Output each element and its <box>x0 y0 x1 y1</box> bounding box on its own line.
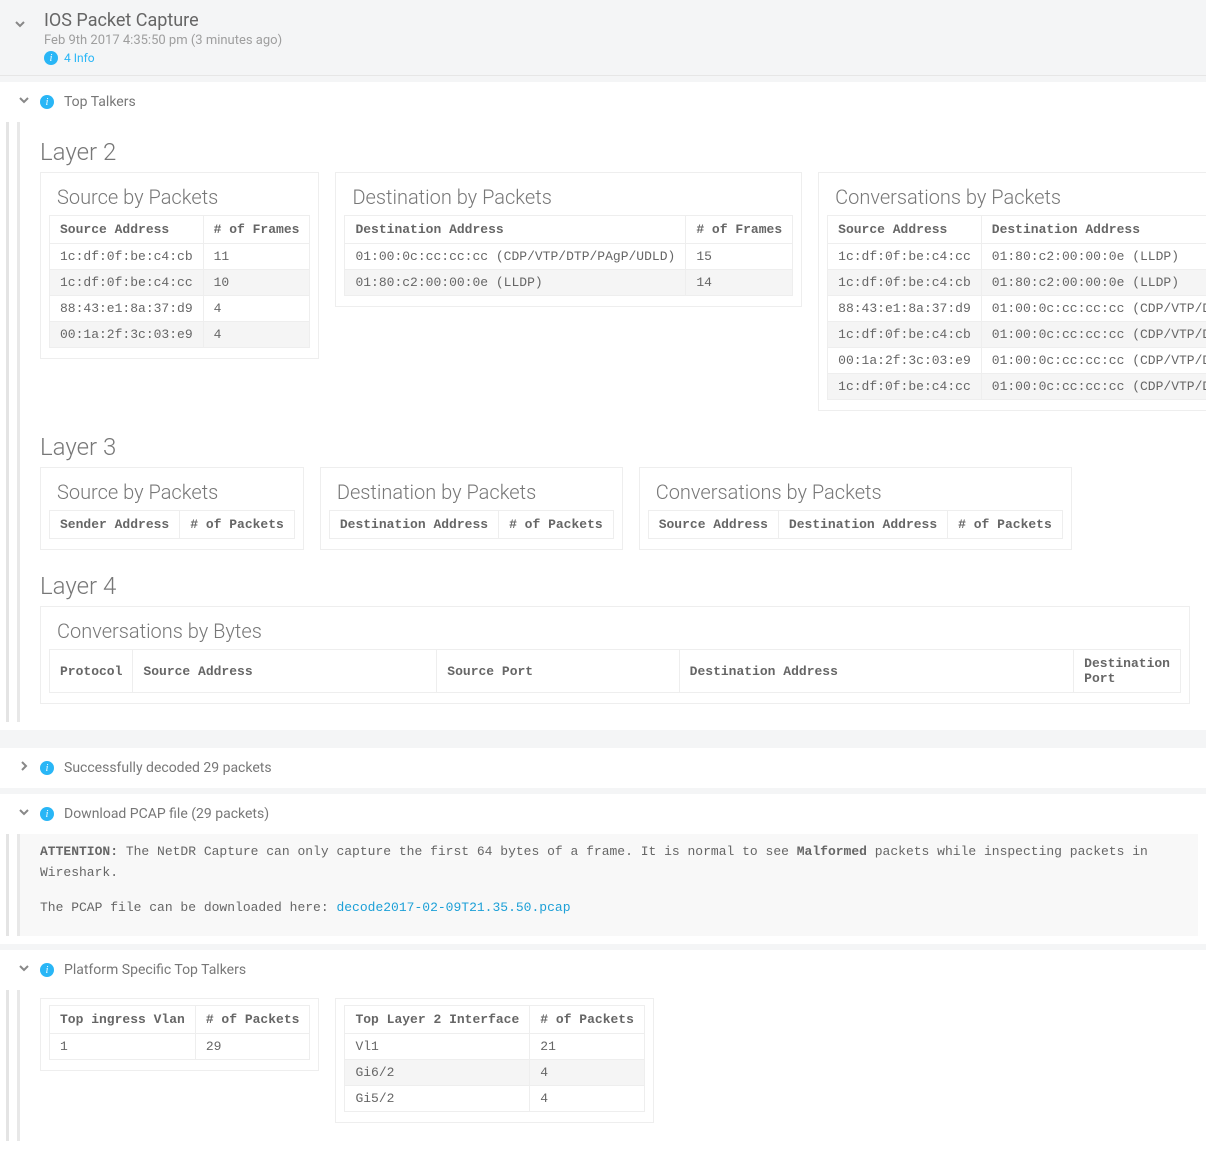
col-header: # of Frames <box>203 216 310 244</box>
col-header: Destination Address <box>981 216 1206 244</box>
col-header: Source Address <box>50 216 204 244</box>
col-header: # of Packets <box>948 511 1063 539</box>
col-header: Top ingress Vlan <box>50 1006 196 1034</box>
table-row: Vl121 <box>345 1034 644 1060</box>
layer2-conv-card: Conversations by Packets Source Address … <box>818 172 1206 411</box>
platform-vlan-card: Top ingress Vlan # of Packets 129 <box>40 998 319 1071</box>
card-title: Conversations by Packets <box>656 480 1063 504</box>
table-row: 01:80:c2:00:00:0e (LLDP)14 <box>345 270 793 296</box>
col-header: Source Address <box>133 650 437 693</box>
table-row: 1c:df:0f:be:c4:cc10 <box>50 270 310 296</box>
layer3-heading: Layer 3 <box>40 433 1190 461</box>
col-header: Destination Address <box>345 216 686 244</box>
info-icon: i <box>40 963 54 977</box>
card-title: Source by Packets <box>57 480 295 504</box>
col-header: Source Address <box>828 216 982 244</box>
col-header: Destination Address <box>679 650 1074 693</box>
section-label: Platform Specific Top Talkers <box>64 962 246 978</box>
layer4-heading: Layer 4 <box>40 572 1190 600</box>
chevron-down-icon <box>18 806 30 822</box>
table-row: 00:1a:2f:3c:03:e901:00:0c:cc:cc:cc (CDP/… <box>828 348 1206 374</box>
col-header: # of Packets <box>499 511 614 539</box>
top-talkers-panel: Layer 2 Source by Packets Source Address… <box>17 122 1198 722</box>
card-title: Conversations by Packets <box>835 185 1206 209</box>
layer2-conv-table: Source Address Destination Address # of … <box>827 215 1206 400</box>
col-header: # of Frames <box>686 216 793 244</box>
table-row: 1c:df:0f:be:c4:cb01:80:c2:00:00:0e (LLDP… <box>828 270 1206 296</box>
col-header: Destination Address <box>329 511 498 539</box>
col-header: Sender Address <box>50 511 180 539</box>
layer2-source-card: Source by Packets Source Address # of Fr… <box>40 172 319 359</box>
layer4-conv-card: Conversations by Bytes Protocol Source A… <box>40 606 1190 704</box>
page-header: IOS Packet Capture Feb 9th 2017 4:35:50 … <box>0 0 1206 76</box>
layer3-source-card: Source by Packets Sender Address # of Pa… <box>40 467 304 550</box>
layer2-source-table: Source Address # of Frames 1c:df:0f:be:c… <box>49 215 310 348</box>
layer2-heading: Layer 2 <box>40 138 1190 166</box>
platform-panel: Top ingress Vlan # of Packets 129 Top La… <box>17 990 1198 1141</box>
col-header: Protocol <box>50 650 133 693</box>
table-row: Gi5/24 <box>345 1086 644 1112</box>
table-row: 129 <box>50 1034 310 1060</box>
section-label: Top Talkers <box>64 94 136 110</box>
platform-iface-card: Top Layer 2 Interface # of Packets Vl121… <box>335 998 653 1123</box>
section-decoded[interactable]: i Successfully decoded 29 packets <box>0 748 1206 788</box>
table-row: Gi6/24 <box>345 1060 644 1086</box>
info-icon: i <box>44 51 58 65</box>
download-prefix: The PCAP file can be downloaded here: <box>40 900 336 915</box>
col-header: # of Packets <box>530 1006 645 1034</box>
info-icon: i <box>40 807 54 821</box>
attention-label: ATTENTION: <box>40 844 118 859</box>
card-title: Source by Packets <box>57 185 310 209</box>
col-header: # of Packets <box>180 511 295 539</box>
table-row: 1c:df:0f:be:c4:cc01:00:0c:cc:cc:cc (CDP/… <box>828 374 1206 400</box>
chevron-down-icon <box>18 962 30 978</box>
malformed-word: Malformed <box>797 844 867 859</box>
col-header: # of Packets <box>195 1006 310 1034</box>
pcap-download-link[interactable]: decode2017-02-09T21.35.50.pcap <box>336 900 570 915</box>
section-top-talkers[interactable]: i Top Talkers <box>0 82 1206 122</box>
table-row: 88:43:e1:8a:37:d94 <box>50 296 310 322</box>
table-row: 1c:df:0f:be:c4:cb11 <box>50 244 310 270</box>
card-title: Destination by Packets <box>352 185 793 209</box>
chevron-down-icon <box>18 94 30 110</box>
info-icon: i <box>40 761 54 775</box>
col-header: Source Address <box>648 511 778 539</box>
header-collapse-icon[interactable] <box>14 18 26 34</box>
section-download[interactable]: i Download PCAP file (29 packets) <box>0 794 1206 834</box>
layer3-dest-card: Destination by Packets Destination Addre… <box>320 467 623 550</box>
col-header: Destination Port <box>1074 650 1181 693</box>
layer2-dest-table: Destination Address # of Frames 01:00:0c… <box>344 215 793 296</box>
chevron-right-icon <box>18 760 30 776</box>
layer3-conv-card: Conversations by Packets Source Address … <box>639 467 1072 550</box>
col-header: Source Port <box>437 650 679 693</box>
col-header: Top Layer 2 Interface <box>345 1006 530 1034</box>
table-row: 1c:df:0f:be:c4:cc01:80:c2:00:00:0e (LLDP… <box>828 244 1206 270</box>
table-row: 88:43:e1:8a:37:d901:00:0c:cc:cc:cc (CDP/… <box>828 296 1206 322</box>
info-icon: i <box>40 95 54 109</box>
col-header: Destination Address <box>778 511 947 539</box>
page-subtitle: Feb 9th 2017 4:35:50 pm (3 minutes ago) <box>44 33 1194 48</box>
table-row: 1c:df:0f:be:c4:cb01:00:0c:cc:cc:cc (CDP/… <box>828 322 1206 348</box>
section-platform[interactable]: i Platform Specific Top Talkers <box>0 950 1206 990</box>
page-title: IOS Packet Capture <box>44 10 1194 31</box>
table-row: 00:1a:2f:3c:03:e94 <box>50 322 310 348</box>
card-title: Conversations by Bytes <box>57 619 1181 643</box>
card-title: Destination by Packets <box>337 480 614 504</box>
table-row: 01:00:0c:cc:cc:cc (CDP/VTP/DTP/PAgP/UDLD… <box>345 244 793 270</box>
section-label: Download PCAP file (29 packets) <box>64 806 269 822</box>
info-count[interactable]: 4 Info <box>64 51 95 65</box>
download-panel: ATTENTION: The NetDR Capture can only ca… <box>17 834 1198 936</box>
layer2-dest-card: Destination by Packets Destination Addre… <box>335 172 802 307</box>
section-label: Successfully decoded 29 packets <box>64 760 272 776</box>
attention-text: The NetDR Capture can only capture the f… <box>118 844 797 859</box>
